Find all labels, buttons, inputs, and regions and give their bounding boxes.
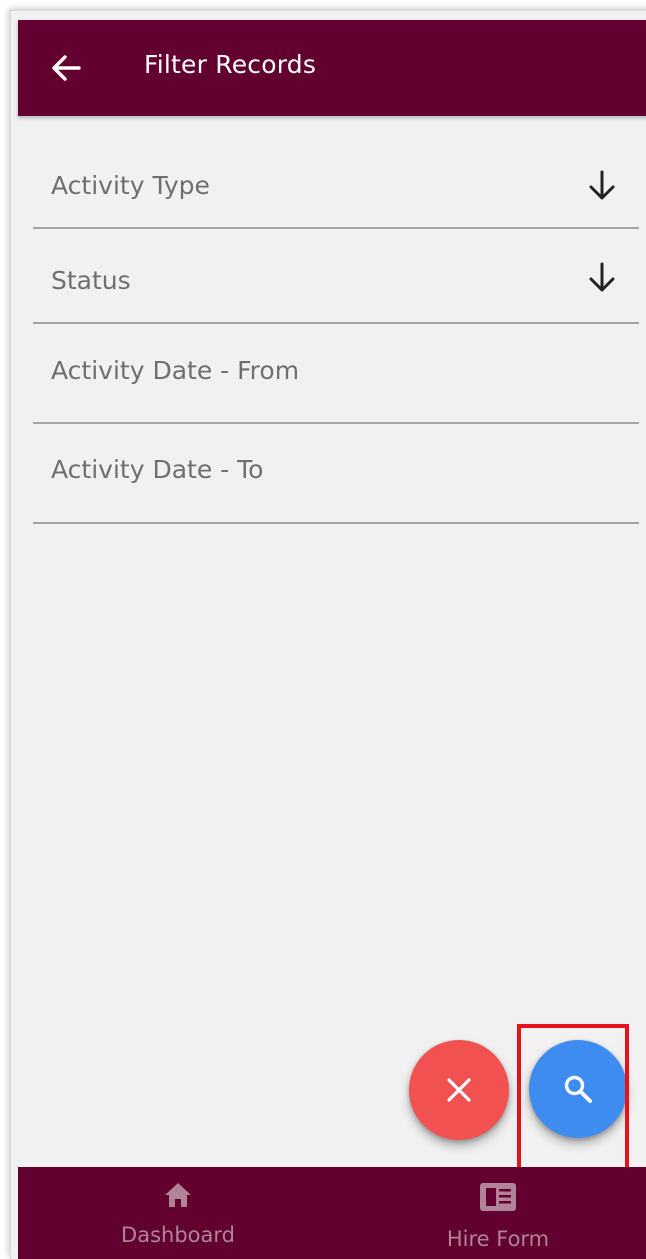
back-button[interactable] [46, 48, 86, 88]
close-icon [447, 1078, 471, 1102]
search-button[interactable] [529, 1040, 627, 1138]
bottom-navigation: Dashboard Hire Form [18, 1167, 646, 1259]
arrow-down-icon [589, 170, 615, 200]
app-screen: Filter Records Activity Type Status Acti… [10, 10, 646, 1259]
arrow-left-icon [52, 55, 81, 81]
activity-type-label: Activity Type [51, 171, 210, 200]
nav-item-dashboard[interactable]: Dashboard [18, 1167, 338, 1259]
nav-label-dashboard: Dashboard [121, 1223, 235, 1247]
activity-date-from-label: Activity Date - From [51, 356, 300, 385]
activity-date-from-field[interactable]: Activity Date - From [33, 324, 639, 424]
form-icon [480, 1183, 516, 1211]
nav-item-hire-form[interactable]: Hire Form [338, 1167, 646, 1259]
arrow-down-icon [589, 262, 615, 292]
page-title: Filter Records [144, 50, 317, 79]
home-icon [165, 1183, 191, 1207]
nav-label-hire-form: Hire Form [446, 1227, 550, 1251]
activity-type-dropdown[interactable]: Activity Type [33, 137, 639, 229]
status-dropdown[interactable]: Status [33, 229, 639, 324]
activity-date-to-label: Activity Date - To [51, 455, 264, 484]
search-icon [564, 1075, 592, 1103]
clear-button[interactable] [409, 1040, 509, 1140]
activity-date-to-field[interactable]: Activity Date - To [33, 424, 639, 524]
app-bar: Filter Records [18, 20, 646, 116]
status-label: Status [51, 266, 131, 295]
